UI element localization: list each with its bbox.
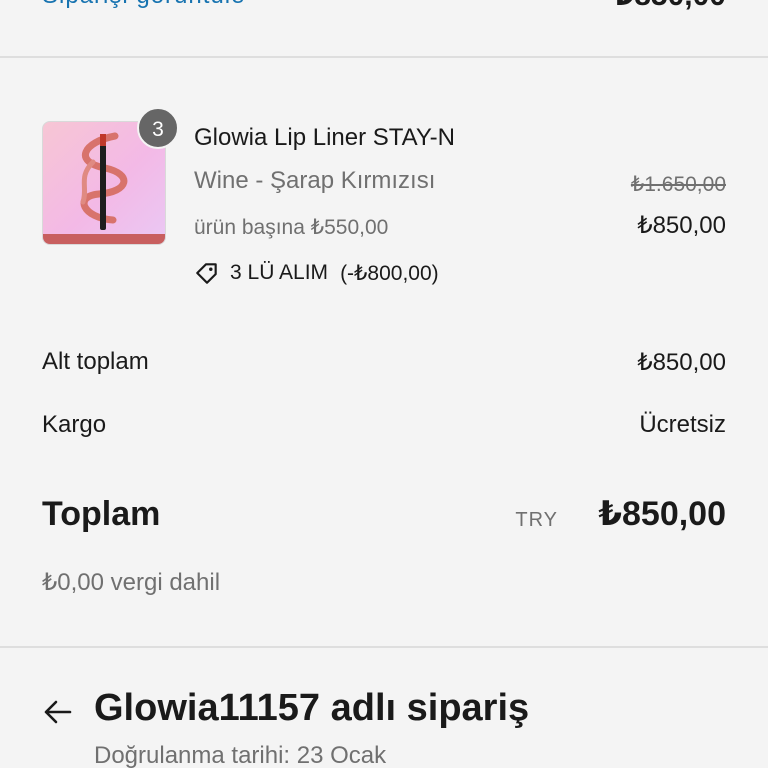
bottom-divider bbox=[0, 646, 768, 648]
order-confirmation-date: Doğrulanma tarihi: 23 Ocak bbox=[94, 742, 387, 768]
order-summary-page: Siparişi görüntüle ₺850,00 3 Glowia Lip … bbox=[0, 0, 768, 768]
product-variant: Wine - Şarap Kırmızısı bbox=[194, 167, 436, 194]
discount-amount: (-₺800,00) bbox=[340, 261, 439, 285]
previous-section: Siparişi görüntüle ₺850,00 bbox=[0, 0, 768, 57]
discount-tag-icon bbox=[196, 263, 217, 284]
shipping-label: Kargo bbox=[42, 411, 107, 438]
subtotal-value: ₺850,00 bbox=[637, 349, 726, 376]
thumbnail-label-strip bbox=[43, 234, 165, 244]
total-value: ₺850,00 bbox=[598, 495, 726, 533]
header-total-price: ₺850,00 bbox=[613, 0, 726, 13]
subtotal-label: Alt toplam bbox=[42, 348, 149, 375]
total-label: Toplam bbox=[42, 495, 161, 533]
line-price: ₺850,00 bbox=[637, 212, 726, 239]
shipping-value: Ücretsiz bbox=[639, 411, 726, 438]
unit-price: ürün başına ₺550,00 bbox=[194, 216, 389, 239]
tax-note: ₺0,00 vergi dahil bbox=[42, 569, 221, 596]
top-divider bbox=[0, 56, 768, 58]
view-order-link[interactable]: Siparişi görüntüle bbox=[42, 0, 245, 10]
product-name: Glowia Lip Liner STAY-N bbox=[194, 124, 455, 151]
currency-code: TRY bbox=[515, 509, 558, 531]
back-arrow-icon[interactable] bbox=[40, 694, 76, 730]
original-price: ₺1.650,00 bbox=[630, 173, 726, 196]
quantity-badge: 3 bbox=[137, 107, 179, 149]
discount-info: 3 LÜ ALIM (-₺800,00) bbox=[194, 260, 439, 286]
discount-label: 3 LÜ ALIM bbox=[230, 261, 329, 284]
order-title: Glowia11157 adlı sipariş bbox=[94, 687, 530, 729]
